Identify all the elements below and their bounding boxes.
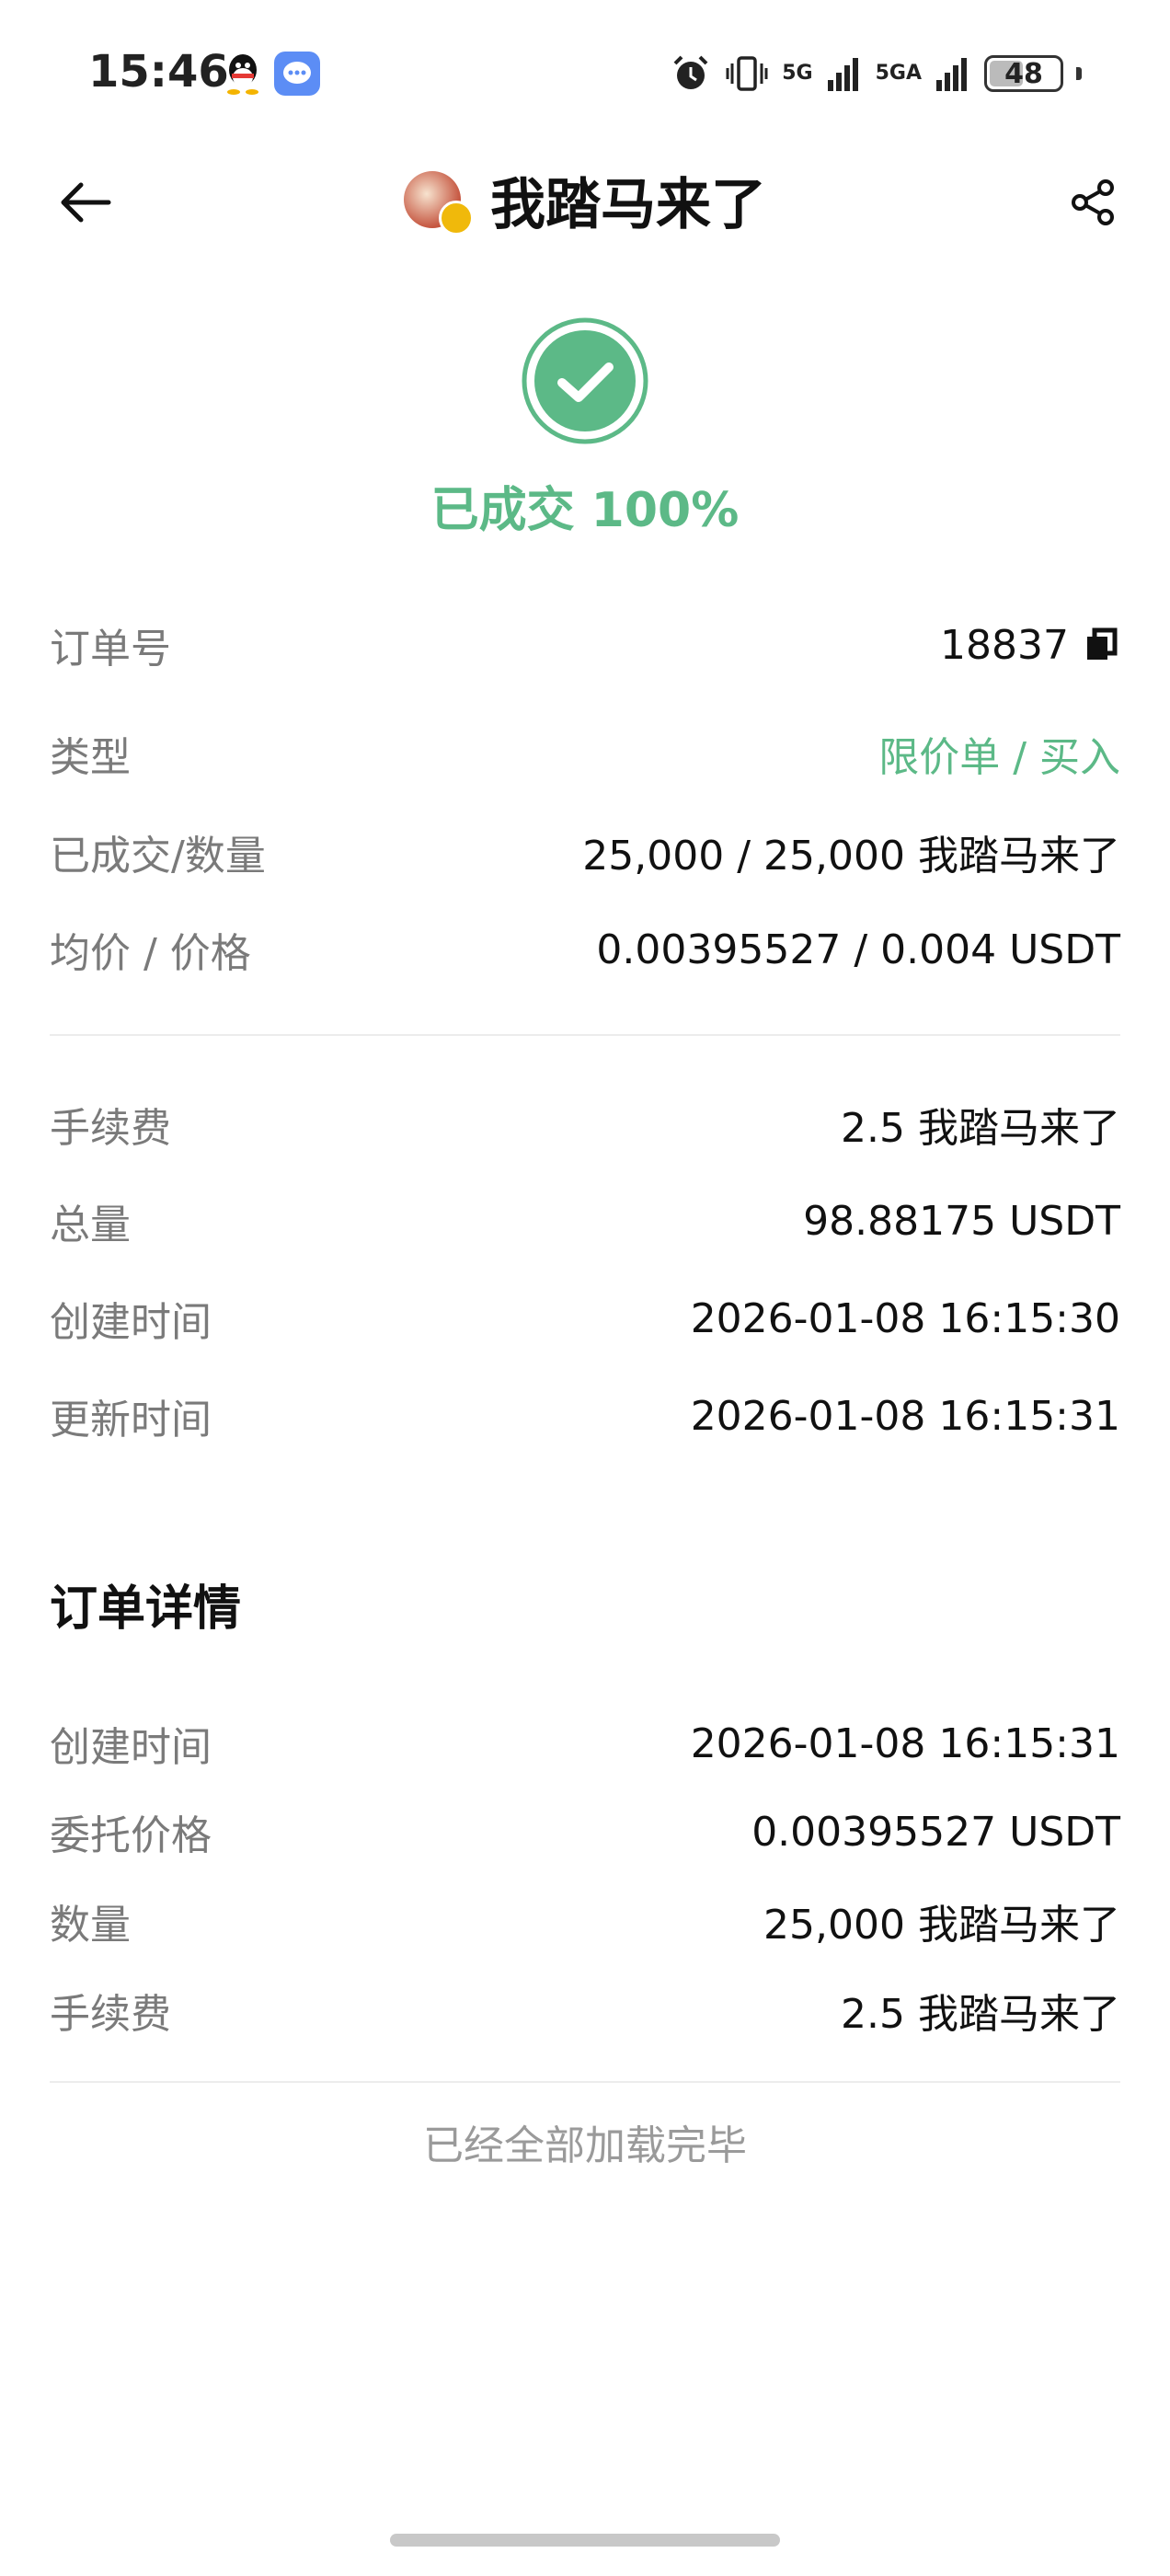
detail-quantity-label: 数量 <box>50 1902 131 1949</box>
fee-value: 2.5 我踏马来了 <box>841 1105 1120 1152</box>
header-title-group: 我踏马来了 <box>0 160 1170 240</box>
signal-bars-icon <box>827 58 858 91</box>
signal-bars-icon-2 <box>936 58 967 91</box>
order-type-value: 限价单 / 买入 <box>878 734 1120 781</box>
updated-time-row: 更新时间 2026-01-08 16:15:31 <box>50 1384 1120 1448</box>
fee-row: 手续费 2.5 我踏马来了 <box>50 1092 1120 1156</box>
divider <box>50 1034 1120 1036</box>
alarm-icon <box>673 55 708 89</box>
detail-created-time-row: 创建时间 2026-01-08 16:15:31 <box>50 1711 1120 1776</box>
fee-label: 手续费 <box>50 1105 171 1152</box>
created-time-value: 2026-01-08 16:15:30 <box>690 1294 1120 1342</box>
vibrate-icon <box>726 56 768 91</box>
status-indicators: 5G 5GA 48 <box>670 50 1082 98</box>
order-status-label: 已成交 <box>430 483 575 538</box>
page-title: 我踏马来了 <box>490 173 766 237</box>
total-value: 98.88175 USDT <box>803 1197 1120 1245</box>
order-status-percent: 100% <box>591 483 740 538</box>
copy-icon[interactable] <box>1084 627 1120 663</box>
chain-badge-icon <box>439 200 474 236</box>
created-time-label: 创建时间 <box>50 1299 212 1346</box>
detail-fee-row: 手续费 2.5 我踏马来了 <box>50 1978 1120 2042</box>
order-details-title: 订单详情 <box>50 1581 242 1637</box>
order-status: 已成交 100% <box>0 471 1170 540</box>
order-type-label: 类型 <box>50 734 131 781</box>
network-type-2: 5GA <box>875 62 922 85</box>
entrust-price-value: 0.00395527 USDT <box>751 1808 1120 1856</box>
entrust-price-row: 委托价格 0.00395527 USDT <box>50 1800 1120 1864</box>
filled-quantity-row: 已成交/数量 25,000 / 25,000 我踏马来了 <box>50 820 1120 884</box>
home-indicator[interactable] <box>390 2534 780 2547</box>
filled-quantity-label: 已成交/数量 <box>50 833 266 880</box>
order-number: 18837 <box>940 621 1069 669</box>
battery-level: 48 <box>1004 57 1043 90</box>
message-app-icon <box>274 52 320 96</box>
network-type-1: 5G <box>782 62 813 85</box>
detail-fee-label: 手续费 <box>50 1991 171 2038</box>
header: 我踏马来了 <box>0 147 1170 267</box>
avg-price-value: 0.00395527 / 0.004 USDT <box>596 926 1120 973</box>
coin-avatar <box>404 167 474 236</box>
total-row: 总量 98.88175 USDT <box>50 1189 1120 1253</box>
detail-fee-value: 2.5 我踏马来了 <box>841 1991 1120 2038</box>
order-number-row: 订单号 18837 <box>50 613 1120 677</box>
avg-price-row: 均价 / 价格 0.00395527 / 0.004 USDT <box>50 917 1120 982</box>
detail-quantity-value: 25,000 我踏马来了 <box>763 1902 1120 1949</box>
entrust-price-label: 委托价格 <box>50 1812 212 1859</box>
detail-quantity-row: 数量 25,000 我踏马来了 <box>50 1889 1120 1953</box>
updated-time-value: 2026-01-08 16:15:31 <box>690 1392 1120 1440</box>
order-number-label: 订单号 <box>50 626 171 673</box>
total-label: 总量 <box>50 1202 131 1248</box>
order-type-row: 类型 限价单 / 买入 <box>50 721 1120 786</box>
status-time: 15:46 <box>88 46 229 98</box>
order-number-value: 18837 <box>940 622 1120 669</box>
share-button[interactable] <box>1056 166 1130 239</box>
divider-bottom <box>50 2081 1120 2083</box>
all-loaded-text: 已经全部加载完毕 <box>423 2122 747 2169</box>
created-time-row: 创建时间 2026-01-08 16:15:30 <box>50 1286 1120 1351</box>
qq-icon <box>227 54 258 95</box>
share-icon <box>1072 179 1114 225</box>
detail-created-time-value: 2026-01-08 16:15:31 <box>690 1719 1120 1767</box>
avg-price-label: 均价 / 价格 <box>50 930 251 977</box>
detail-created-time-label: 创建时间 <box>50 1724 212 1771</box>
status-bar: 15:46 5G 5GA 48 <box>0 0 1170 147</box>
success-check-icon <box>522 317 648 444</box>
updated-time-label: 更新时间 <box>50 1397 212 1443</box>
battery-icon: 48 <box>984 55 1063 92</box>
battery-tip <box>1076 67 1082 80</box>
filled-quantity-value: 25,000 / 25,000 我踏马来了 <box>582 833 1120 880</box>
